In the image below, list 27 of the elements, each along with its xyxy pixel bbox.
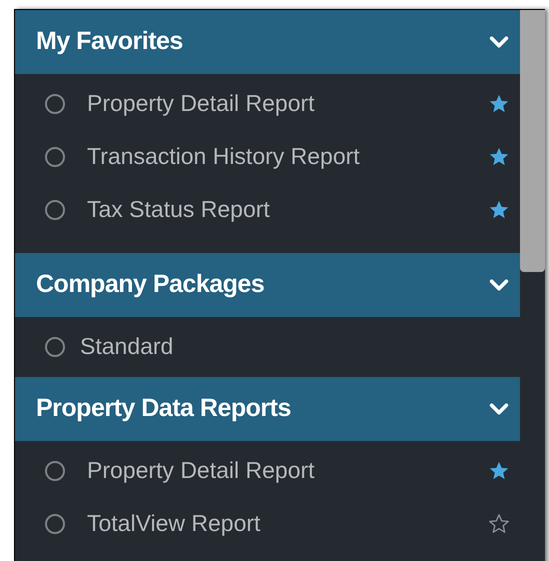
report-item[interactable]: Standard (15, 320, 520, 373)
report-item[interactable]: TotalView Report (15, 497, 520, 550)
report-name: Transaction History Report (87, 142, 360, 172)
radio-icon (45, 94, 65, 114)
radio-icon (45, 200, 65, 220)
radio-icon (45, 336, 65, 356)
outline-star-icon[interactable] (488, 512, 510, 534)
report-name: Tax Status Report (87, 195, 270, 224)
filled-star-icon[interactable] (488, 198, 510, 220)
report-name: TotalView Report (87, 509, 260, 538)
section-header[interactable]: My Favorites (15, 10, 520, 74)
report-item[interactable]: Tax Status Report (15, 183, 520, 236)
report-name: Standard (80, 332, 174, 362)
section-header[interactable]: Company Packages (15, 253, 520, 317)
radio-icon (45, 460, 65, 480)
filled-star-icon[interactable] (488, 146, 510, 168)
report-item[interactable]: Transaction History Report (15, 130, 520, 183)
report-name: Property Detail Report (87, 89, 315, 118)
report-item[interactable]: Property Detail Report (15, 444, 520, 497)
filled-star-icon[interactable] (488, 460, 510, 482)
report-item[interactable]: Property Detail Report (15, 77, 520, 130)
section-header[interactable]: Property Data Reports (15, 377, 520, 441)
radio-icon (45, 514, 65, 534)
scrollbar-thumb[interactable] (520, 10, 545, 272)
filled-star-icon[interactable] (488, 92, 510, 114)
report-name: Property Detail Report (87, 456, 315, 486)
radio-icon (45, 146, 65, 166)
